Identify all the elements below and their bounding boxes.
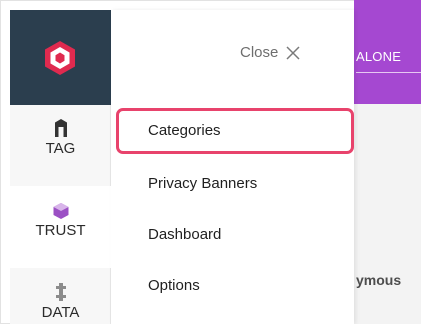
close-button[interactable]: Close [240, 44, 300, 61]
background-partial-text: ymous [356, 272, 402, 288]
menu-item-categories[interactable]: Categories [148, 122, 221, 139]
background-topbar-text: ALONE [356, 49, 402, 64]
rail-item-label: DATA [41, 304, 80, 321]
menu-item-dashboard[interactable]: Dashboard [148, 226, 221, 243]
rail-item-label: TAG [45, 140, 76, 157]
menu-item-privacy-banners[interactable]: Privacy Banners [148, 175, 257, 192]
rail-item-label: TRUST [35, 222, 86, 239]
tag-icon [54, 119, 67, 137]
app-logo[interactable] [10, 10, 111, 105]
background-underline [356, 72, 421, 73]
rail-item-trust[interactable]: TRUST [10, 186, 111, 268]
trust-icon [53, 203, 68, 219]
close-label: Close [240, 44, 279, 61]
close-icon [286, 45, 300, 60]
menu-item-options[interactable]: Options [148, 277, 200, 294]
rail-item-tag[interactable]: TAG [10, 118, 111, 178]
rail-item-data[interactable]: DATA [10, 282, 111, 324]
hexagon-logo-icon [45, 41, 75, 75]
data-icon [55, 283, 66, 301]
